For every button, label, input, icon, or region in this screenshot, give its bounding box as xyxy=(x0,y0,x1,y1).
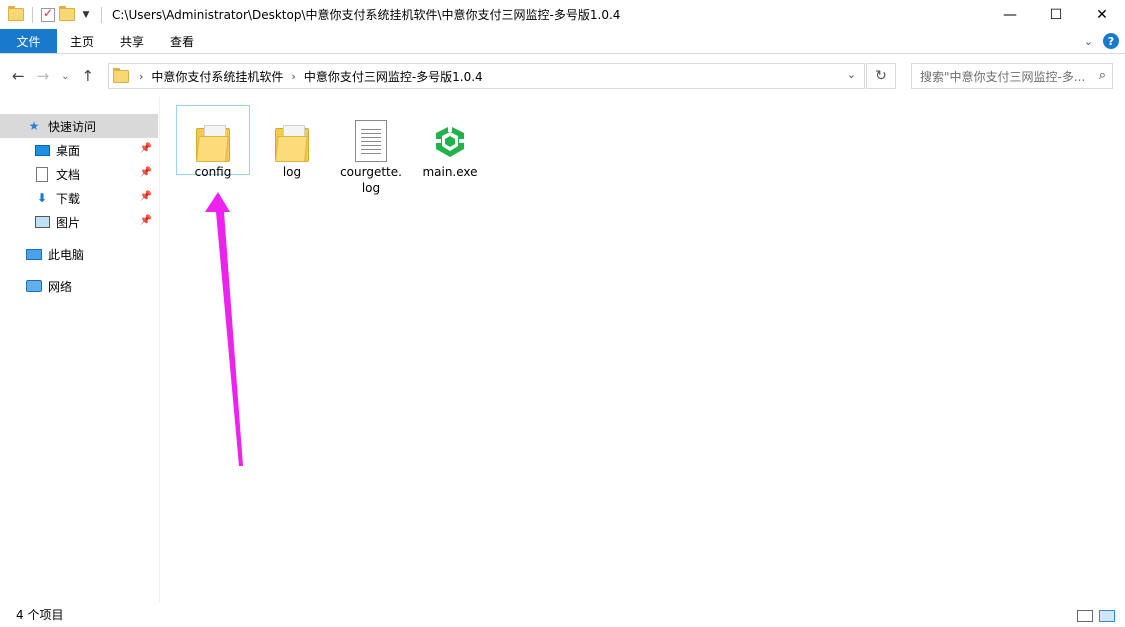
file-item-log[interactable]: log xyxy=(255,106,329,180)
star-icon: ★ xyxy=(28,119,40,133)
address-dropdown-icon[interactable]: ⌄ xyxy=(847,68,856,81)
refresh-button[interactable]: ↻ xyxy=(866,63,896,89)
details-view-icon[interactable] xyxy=(1077,610,1093,622)
window-controls: — ☐ ✕ xyxy=(987,0,1125,29)
sidebar-item-this-pc[interactable]: 此电脑 xyxy=(0,242,158,266)
up-icon[interactable]: ↑ xyxy=(82,67,95,85)
title-bar: ▼ C:\Users\Administrator\Desktop\中意你支付系统… xyxy=(0,0,1125,29)
address-bar[interactable]: › 中意你支付系统挂机软件 › 中意你支付三网监控-多号版1.0.4 ⌄ xyxy=(108,63,865,89)
navigation-pane: ★ 快速访问 桌面 📌 文档 📌 ⬇ 下载 📌 图片 📌 此电脑 网络 xyxy=(0,97,160,602)
tab-home[interactable]: 主页 xyxy=(57,29,107,53)
large-icons-view-icon[interactable] xyxy=(1099,610,1115,622)
sidebar-item-documents[interactable]: 文档 📌 xyxy=(0,162,158,186)
file-name: main.exe xyxy=(422,165,478,179)
tab-share[interactable]: 共享 xyxy=(107,29,157,53)
text-file-icon xyxy=(334,106,408,162)
expand-ribbon-icon[interactable]: ⌄ xyxy=(1084,35,1093,48)
documents-icon xyxy=(34,166,50,182)
properties-icon[interactable] xyxy=(41,6,55,22)
sidebar-item-desktop[interactable]: 桌面 📌 xyxy=(0,138,158,162)
new-folder-icon[interactable] xyxy=(59,6,75,21)
sidebar-item-label: 图片 xyxy=(56,215,81,230)
item-count: 4 个项目 xyxy=(16,608,64,622)
maximize-button[interactable]: ☐ xyxy=(1033,0,1079,29)
sidebar-item-label: 下载 xyxy=(56,191,81,206)
breadcrumb-current[interactable]: 中意你支付三网监控-多号版1.0.4 xyxy=(304,68,483,85)
close-button[interactable]: ✕ xyxy=(1079,0,1125,29)
downloads-icon: ⬇ xyxy=(36,191,48,205)
network-icon xyxy=(26,278,42,294)
sidebar-item-label: 文档 xyxy=(56,167,81,182)
file-item-config[interactable]: config xyxy=(176,105,250,179)
view-switcher xyxy=(1077,610,1115,622)
folder-icon xyxy=(255,106,329,162)
pictures-icon xyxy=(34,214,50,230)
sidebar-item-network[interactable]: 网络 xyxy=(0,274,158,298)
pin-icon[interactable]: 📌 xyxy=(140,167,152,178)
desktop-icon xyxy=(34,142,50,158)
search-placeholder: 搜索"中意你支付三网监控-多... xyxy=(920,69,1086,84)
navigation-row: ← → ⌄ ↑ › 中意你支付系统挂机软件 › 中意你支付三网监控-多号版1.0… xyxy=(0,55,1125,97)
folder-icon[interactable] xyxy=(8,6,24,21)
sidebar-item-downloads[interactable]: ⬇ 下载 📌 xyxy=(0,186,158,210)
customize-toolbar-dropdown[interactable]: ▼ xyxy=(79,10,93,20)
folder-icon xyxy=(177,106,249,162)
search-icon[interactable]: ⌕ xyxy=(1099,68,1106,83)
file-list: config log courgette. log main.exe xyxy=(161,97,1125,602)
file-name: log xyxy=(282,165,302,179)
back-icon[interactable]: ← xyxy=(12,67,25,85)
sidebar-item-label: 此电脑 xyxy=(48,247,85,262)
file-name: courgette. log xyxy=(340,165,402,195)
forward-icon[interactable]: → xyxy=(37,67,50,85)
computer-icon xyxy=(26,246,42,262)
sidebar-item-pictures[interactable]: 图片 📌 xyxy=(0,210,158,234)
status-bar: 4 个项目 xyxy=(0,602,1125,627)
breadcrumb-parent[interactable]: 中意你支付系统挂机软件 xyxy=(151,68,283,85)
application-icon xyxy=(413,106,487,162)
file-item-main-exe[interactable]: main.exe xyxy=(413,106,487,180)
sidebar-item-label: 桌面 xyxy=(56,143,81,158)
recent-locations-icon[interactable]: ⌄ xyxy=(61,71,69,82)
toolbar-separator xyxy=(32,6,33,23)
breadcrumb-separator[interactable]: › xyxy=(139,70,143,83)
toolbar-separator xyxy=(101,6,102,23)
window-title: C:\Users\Administrator\Desktop\中意你支付系统挂机… xyxy=(112,8,621,22)
ribbon-tabs: 文件 主页 共享 查看 ⌄ ? xyxy=(0,29,1125,54)
search-input[interactable]: 搜索"中意你支付三网监控-多... ⌕ xyxy=(911,63,1113,89)
pin-icon[interactable]: 📌 xyxy=(140,143,152,154)
file-item-courgette-log[interactable]: courgette. log xyxy=(334,106,408,196)
pin-icon[interactable]: 📌 xyxy=(140,215,152,226)
sidebar-item-quick-access[interactable]: ★ 快速访问 xyxy=(0,114,158,138)
tab-file[interactable]: 文件 xyxy=(0,29,57,53)
pin-icon[interactable]: 📌 xyxy=(140,191,152,202)
file-name: config xyxy=(194,165,232,179)
sidebar-item-label: 快速访问 xyxy=(48,119,97,134)
sidebar-item-label: 网络 xyxy=(48,279,73,294)
ribbon-right-controls: ⌄ ? xyxy=(1084,33,1119,49)
nav-buttons: ← → ⌄ ↑ xyxy=(0,67,108,85)
folder-icon xyxy=(113,67,129,83)
tab-view[interactable]: 查看 xyxy=(157,29,207,53)
minimize-button[interactable]: — xyxy=(987,0,1033,29)
quick-access-toolbar: ▼ xyxy=(0,0,106,29)
breadcrumb-separator[interactable]: › xyxy=(291,70,295,83)
help-icon[interactable]: ? xyxy=(1103,33,1119,49)
